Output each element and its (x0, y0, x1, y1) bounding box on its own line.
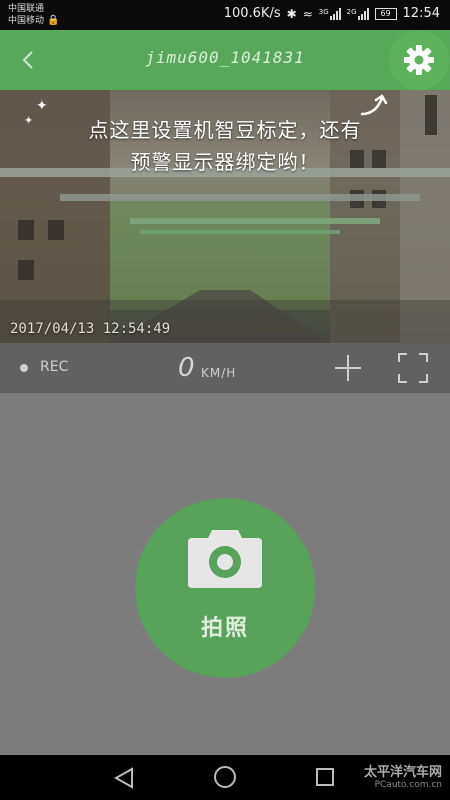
rec-label: REC (40, 359, 69, 375)
signal-1: 3G (318, 7, 341, 20)
net-speed: 100.6K/s (223, 6, 281, 21)
net-type-2: 2G (346, 7, 357, 16)
battery-icon: 69 (374, 7, 397, 20)
watermark-main: 太平洋汽车网 (363, 765, 442, 780)
signal-bars-2-icon (357, 7, 369, 20)
status-indicators: 100.6K/s ✱ ≈ 3G 2G 69 12:54 (224, 6, 440, 21)
battery-level: 69 (380, 9, 391, 18)
nav-recent-button[interactable] (316, 768, 334, 786)
settings-button[interactable] (389, 30, 449, 90)
carrier-2-label: 中国移动 (8, 16, 45, 26)
triangle-back-icon (113, 767, 133, 789)
net-type-1: 3G (318, 7, 329, 16)
plus-icon (335, 355, 361, 381)
nav-home-button[interactable] (214, 766, 236, 788)
clock: 12:54 (402, 6, 440, 21)
main-area: 拍照 (0, 393, 450, 755)
bluetooth-icon: ✱ (286, 6, 297, 21)
gear-icon (404, 45, 434, 75)
curved-arrow-icon (360, 94, 388, 116)
lock-icon: 🔒 (47, 15, 60, 26)
add-button[interactable] (332, 352, 364, 384)
tooltip-hint: 点这里设置机智豆标定，还有 预警显示器绑定哟！ (0, 114, 450, 178)
status-bar: 中国联通 中国移动 🔒 100.6K/s ✱ ≈ 3G 2G 69 12:54 (0, 0, 450, 30)
take-photo-label: 拍照 (200, 616, 249, 641)
tip-line-2: 预警显示器绑定哟！ (130, 150, 320, 174)
control-bar: REC 0 KM/H (0, 343, 450, 393)
signal-bars-1-icon (329, 7, 341, 20)
carrier-info: 中国联通 中国移动 🔒 (8, 3, 59, 27)
rec-indicator-icon (20, 364, 28, 372)
take-photo-button[interactable]: 拍照 (135, 498, 315, 678)
signal-2: 2G (346, 7, 369, 20)
video-feed[interactable]: ✦ ✦ 点这里设置机智豆标定，还有 预警显示器绑定哟！ 2017/04/13 1… (0, 90, 450, 343)
carrier-1-label: 中国联通 (8, 4, 45, 14)
app-header: jimu600_1041831 (0, 30, 450, 90)
fullscreen-button[interactable] (397, 352, 429, 384)
watermark: 太平洋汽车网 PCauto.com.cn (364, 765, 442, 791)
nav-back-button[interactable] (112, 766, 136, 790)
watermark-sub: PCauto.com.cn (374, 780, 442, 790)
wifi-icon: ≈ (302, 6, 313, 21)
page-title: jimu600_1041831 (145, 48, 305, 67)
speed-value: 0 (178, 353, 195, 383)
video-timestamp: 2017/04/13 12:54:49 (10, 321, 171, 337)
speed-unit: KM/H (201, 366, 237, 380)
system-nav-bar: 太平洋汽车网 PCauto.com.cn (0, 755, 450, 800)
camera-icon (188, 530, 262, 588)
fullscreen-icon (398, 353, 428, 383)
sparkle-icon: ✦ (36, 98, 48, 114)
